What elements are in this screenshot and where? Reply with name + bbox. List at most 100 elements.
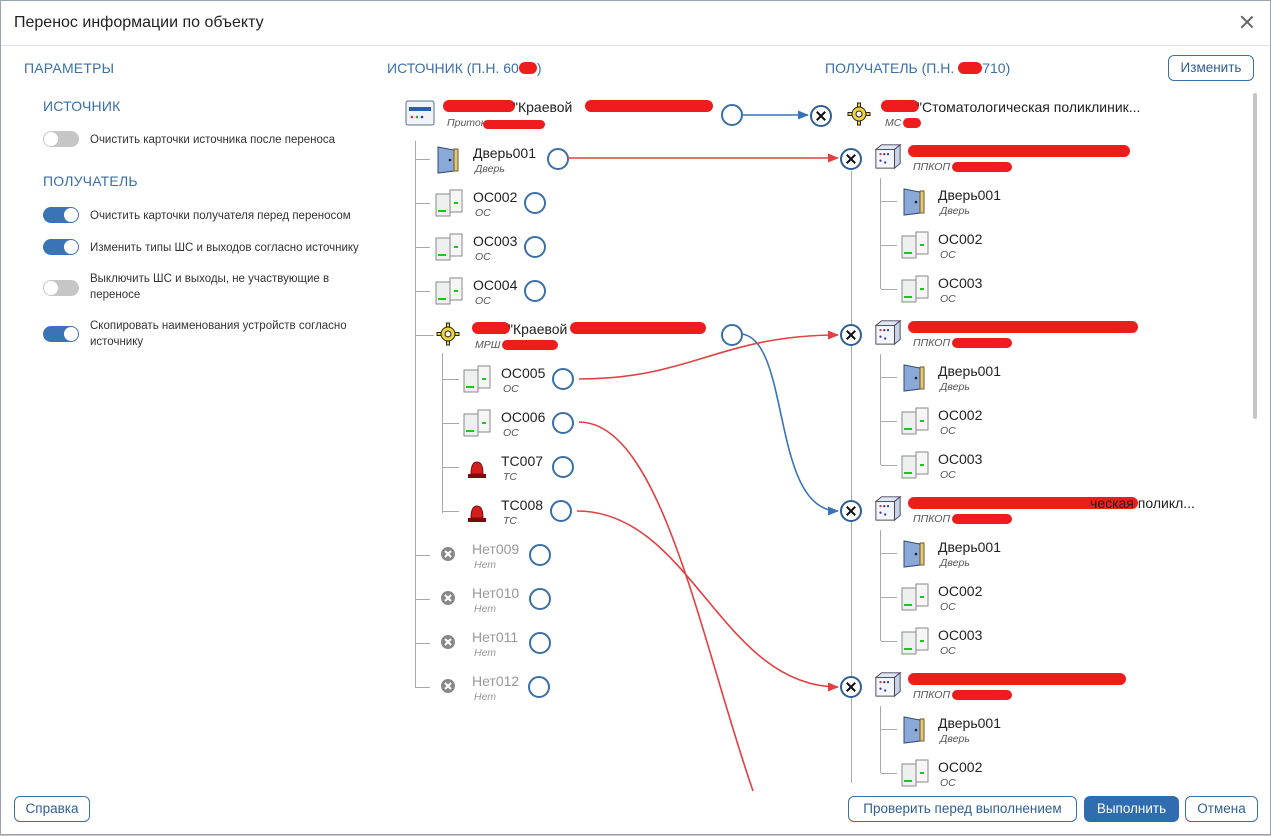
recipient-header-text: ПОЛУЧАТЕЛЬ (П.Н. <box>825 60 955 76</box>
recipient-item[interactable]: ОС003 ОС <box>900 274 1030 310</box>
source-link-handle[interactable] <box>524 280 546 302</box>
recipient-item[interactable]: Дверь001 Дверь <box>900 362 1030 398</box>
recipient-group-node[interactable]: ческая поликл... ППКОП <box>874 494 1195 530</box>
sensor-icon <box>901 275 929 303</box>
source-link-handle[interactable] <box>552 412 574 434</box>
recipient-item[interactable]: ОС003 ОС <box>900 626 1030 662</box>
source-link-handle[interactable] <box>528 676 550 698</box>
source-root-node[interactable]: "Краевой Приток <box>405 98 745 134</box>
source-link-handle[interactable] <box>552 368 574 390</box>
tree-branch <box>416 555 430 556</box>
source-header: ИСТОЧНИК (П.Н. 60) <box>387 60 542 76</box>
node-name: ТС008 <box>501 497 544 513</box>
recipient-options-header: ПОЛУЧАТЕЛЬ <box>43 173 138 189</box>
control-panel-icon <box>874 495 902 522</box>
redaction-mark <box>952 514 1012 524</box>
source-subdevice-node[interactable]: "Краевой МРШ <box>436 320 736 356</box>
change-button[interactable]: Изменить <box>1168 55 1254 81</box>
cancel-button[interactable]: Отмена <box>1185 796 1258 822</box>
sensor-icon <box>901 451 929 479</box>
source-link-handle[interactable] <box>524 236 546 258</box>
toggle-switch[interactable] <box>43 207 79 223</box>
node-name: ОС003 <box>938 451 983 467</box>
disabled-icon <box>441 547 455 561</box>
recipient-item[interactable]: Дверь001 Дверь <box>900 186 1030 222</box>
recipient-item[interactable]: ОС003 ОС <box>900 450 1030 486</box>
source-link-handle[interactable] <box>529 544 551 566</box>
recipient-link-target[interactable] <box>840 500 862 522</box>
recipient-item[interactable]: ОС002 ОС <box>900 230 1030 266</box>
node-type: Дверь <box>475 163 505 175</box>
recipient-link-target[interactable] <box>840 324 862 346</box>
close-icon[interactable] <box>1238 13 1256 31</box>
redaction-mark <box>502 340 558 350</box>
redaction-mark <box>443 100 515 112</box>
source-header-text: ИСТОЧНИК (П.Н. 60 <box>387 60 519 76</box>
recipient-item[interactable]: ОС002 ОС <box>900 582 1030 618</box>
recipient-item[interactable]: ОС002 ОС <box>900 406 1030 442</box>
recipient-group-node[interactable]: ППКОП <box>874 318 1154 354</box>
source-link-handle[interactable] <box>552 456 574 478</box>
recipient-link-target[interactable] <box>810 105 832 127</box>
check-button[interactable]: Проверить перед выполнением <box>848 796 1077 822</box>
source-item-disabled[interactable]: Нет011 Нет <box>434 628 544 664</box>
redaction-mark <box>908 673 1126 685</box>
redaction-mark <box>585 100 713 112</box>
source-link-handle[interactable] <box>529 632 551 654</box>
recipient-group-node[interactable]: ППКОП <box>874 142 1154 178</box>
node-name: "Стоматологическая поликлиник... <box>917 99 1141 115</box>
source-item-disabled[interactable]: Нет009 Нет <box>434 540 544 576</box>
redaction-mark <box>958 62 983 74</box>
node-name: "Краевой <box>513 99 573 115</box>
gear-icon <box>847 102 871 126</box>
source-link-handle[interactable] <box>524 192 546 214</box>
node-type: Дверь <box>940 733 970 745</box>
tree-branch <box>443 423 459 424</box>
node-type: ТС <box>503 471 517 483</box>
node-type: ТС <box>503 515 517 527</box>
recipient-item[interactable]: Дверь001 Дверь <box>900 714 1030 750</box>
toggle-switch[interactable] <box>43 239 79 255</box>
node-type: МРШ <box>475 339 501 351</box>
execute-button[interactable]: Выполнить <box>1084 796 1179 822</box>
source-link-handle[interactable] <box>547 148 569 170</box>
recipient-link-target[interactable] <box>840 148 862 170</box>
node-name: ОС002 <box>938 583 983 599</box>
recipient-item[interactable]: Дверь001 Дверь <box>900 538 1030 574</box>
redaction-mark <box>952 690 1012 700</box>
recipient-root-node[interactable]: "Стоматологическая поликлиник... МС <box>847 98 1157 134</box>
redaction-mark <box>952 338 1012 348</box>
help-button[interactable]: Справка <box>14 796 90 822</box>
node-name: Нет010 <box>472 585 520 601</box>
scrollbar[interactable] <box>1253 93 1257 419</box>
tree-line <box>880 178 881 289</box>
recipient-link-target[interactable] <box>840 676 862 698</box>
toggle-switch[interactable] <box>43 326 79 342</box>
node-type: Приток <box>447 117 486 129</box>
gear-icon <box>436 322 460 346</box>
control-panel-icon <box>874 671 902 698</box>
link-line <box>741 333 840 516</box>
tree-line <box>880 706 881 773</box>
node-type: Нет <box>474 559 497 571</box>
toggle-switch[interactable] <box>43 131 79 147</box>
source-link-handle[interactable] <box>721 104 743 126</box>
recipient-item[interactable]: ОС002 ОС <box>900 758 1030 794</box>
recipient-group-node[interactable]: ППКОП <box>874 670 1154 706</box>
node-type: ОС <box>475 251 491 263</box>
node-type: Дверь <box>940 381 970 393</box>
tree-branch <box>881 641 897 642</box>
option-label: Очистить карточки источника после перено… <box>90 134 336 146</box>
tree-branch <box>416 203 430 204</box>
tree-branch <box>881 377 897 378</box>
redaction-mark <box>518 62 537 74</box>
tree-branch <box>881 465 897 466</box>
redaction-mark <box>908 145 1130 157</box>
toggle-switch[interactable] <box>43 280 79 296</box>
node-name: ческая поликл... <box>1090 495 1195 511</box>
source-link-handle[interactable] <box>550 500 572 522</box>
source-item-door[interactable]: Дверь001 Дверь <box>434 144 554 180</box>
source-link-handle[interactable] <box>721 324 743 346</box>
source-item-disabled[interactable]: Нет010 Нет <box>434 584 544 620</box>
source-link-handle[interactable] <box>529 588 551 610</box>
